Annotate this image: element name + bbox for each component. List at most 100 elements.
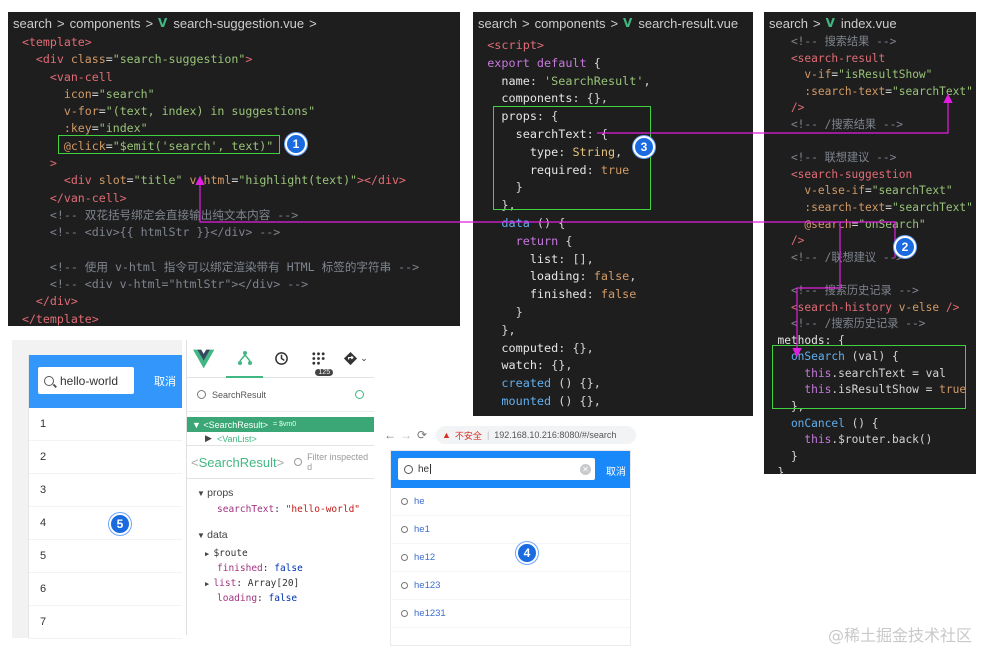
code-token: "$emit('search', text)" [112, 138, 274, 153]
code-token: true [939, 383, 967, 397]
code-line: type: String, [473, 144, 753, 162]
routing-tab[interactable]: ⌄ [337, 340, 374, 378]
timeline-tab[interactable] [263, 340, 300, 378]
code-token: required [473, 162, 587, 177]
search-page: he ✕ 取消 he he1 he12 he123 he1231 [390, 450, 631, 646]
code-area[interactable]: <script> export default { name: 'SearchR… [473, 34, 753, 411]
crumb-1[interactable]: index.vue [841, 16, 897, 31]
code-token: data [473, 215, 530, 230]
list-item[interactable]: 4 [29, 507, 182, 540]
search-icon [404, 464, 413, 474]
list-item[interactable]: 1 [29, 408, 182, 441]
components-tab[interactable] [226, 340, 264, 378]
code-token: .searchText = val [831, 366, 946, 380]
search-icon [401, 526, 408, 533]
search-input-value: hello-world [60, 373, 119, 388]
search-input[interactable]: hello-world [38, 367, 134, 394]
data-row[interactable]: loading: false [187, 591, 374, 606]
code-area[interactable]: <!-- 搜索结果 --> <search-result v-if="isRes… [764, 34, 976, 474]
suggestion-item[interactable]: he12 [391, 544, 630, 572]
cancel-button[interactable]: 取消 [154, 373, 176, 389]
code-line: } [764, 449, 976, 466]
filter-input[interactable]: Filter inspected d [294, 452, 374, 472]
component-search[interactable]: SearchResult [187, 378, 374, 412]
code-token: methods [764, 333, 825, 347]
list-item[interactable]: 5 [29, 540, 182, 573]
tree-node-selected[interactable]: ▼ <SearchResult> = $vm0 [187, 417, 374, 432]
list-item[interactable]: 2 [29, 441, 182, 474]
code-line: <div class="search-suggestion"> [8, 51, 460, 68]
code-token: } [764, 466, 785, 474]
code-token: onCancel [764, 416, 845, 430]
clear-icon[interactable]: ✕ [580, 463, 591, 475]
code-token: this [764, 433, 832, 447]
code-line: list: [], [473, 251, 753, 269]
code-line: <search-result [764, 51, 976, 68]
component-search-input[interactable]: SearchResult [212, 390, 266, 400]
code-token: = [91, 121, 99, 136]
code-token: : [558, 144, 573, 159]
crumb-1[interactable]: components [535, 16, 606, 31]
component-tree: ▼ <SearchResult> = $vm0 ▶ <VanList> [187, 417, 374, 446]
code-token: /> [939, 300, 960, 314]
code-token: : {}, [536, 358, 573, 373]
target-icon[interactable] [355, 390, 364, 399]
code-line: required: true [473, 162, 753, 180]
data-section[interactable]: ▼ data [187, 529, 374, 541]
crumb-0[interactable]: search [478, 16, 517, 31]
suggestion-text: he123 [414, 580, 441, 591]
code-area[interactable]: <template> <div class="search-suggestion… [8, 34, 460, 326]
data-row[interactable]: ▶ $route [187, 546, 374, 561]
suggestion-text: he12 [414, 552, 436, 563]
code-line: :key="index" [8, 120, 460, 137]
performance-tab[interactable]: 125 [300, 340, 337, 378]
code-token: .isResultShow = [831, 383, 940, 397]
code-token: searchText [473, 126, 587, 141]
code-token: : { [536, 109, 559, 124]
suggestion-item[interactable]: he1231 [391, 600, 630, 628]
crumb-2[interactable]: search-result.vue [638, 16, 738, 31]
tree-node[interactable]: ▶ <VanList> [187, 432, 374, 446]
crumb-0[interactable]: search [769, 16, 808, 31]
code-token: () { [529, 215, 566, 230]
forward-icon[interactable]: → [398, 428, 414, 442]
props-label: props [207, 487, 234, 499]
list-item[interactable]: 7 [29, 606, 182, 639]
chevron-right-icon: > [522, 15, 530, 31]
code-token: <!-- 搜索历史记录 --> [764, 283, 919, 297]
search-input[interactable]: he ✕ [398, 458, 595, 480]
reload-icon[interactable]: ⟳ [414, 428, 430, 442]
suggestion-item[interactable]: he123 [391, 572, 630, 600]
crumb-2[interactable]: search-suggestion.vue [173, 16, 304, 31]
list-item[interactable]: 3 [29, 474, 182, 507]
crumb-1[interactable]: components [70, 16, 141, 31]
code-line: /> [764, 100, 976, 117]
suggestion-text: he1231 [414, 608, 446, 619]
prop-row[interactable]: searchText: "hello-world" [187, 502, 374, 517]
cancel-button[interactable]: 取消 [606, 463, 626, 478]
code-token: }, [473, 198, 516, 213]
suggestion-list: he he1 he12 he123 he1231 [391, 488, 630, 628]
code-token: } [473, 180, 523, 195]
code-token: type [473, 144, 559, 159]
crumb-0[interactable]: search [13, 16, 52, 31]
props-section[interactable]: ▼ props [187, 487, 374, 499]
url-field[interactable]: ▲ 不安全 | 192.168.10.216:8080/#/search [436, 426, 636, 444]
back-icon[interactable]: ← [382, 428, 398, 442]
breadcrumb: search > Vindex.vue [764, 12, 976, 34]
code-token: <!-- <div v-html="htmlStr"></div> --> [8, 277, 309, 292]
search-bar: he ✕ 取消 [391, 451, 630, 488]
suggestion-item[interactable]: he [391, 488, 630, 516]
code-token: components [473, 91, 573, 106]
tree-node-label: <VanList> [216, 433, 257, 444]
colon: : [257, 593, 269, 604]
watermark: @稀土掘金技术社区 [827, 626, 972, 645]
divider: | [486, 430, 490, 440]
code-token: <search-result [764, 51, 886, 65]
list-item[interactable]: 6 [29, 573, 182, 606]
suggestion-item[interactable]: he1 [391, 516, 630, 544]
data-row[interactable]: ▶ list: Array[20] [187, 576, 374, 591]
data-row[interactable]: finished: false [187, 561, 374, 576]
code-token: :key [8, 121, 92, 136]
step-badge-1: 1 [285, 133, 307, 155]
